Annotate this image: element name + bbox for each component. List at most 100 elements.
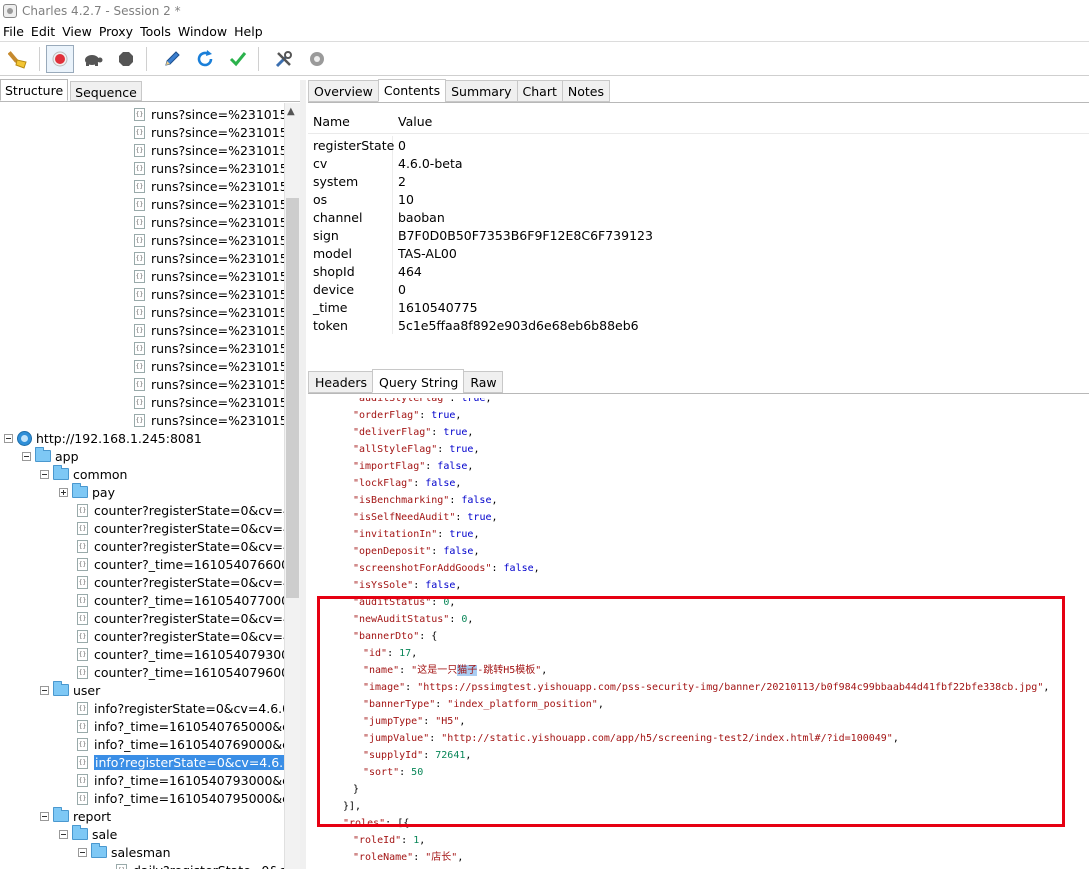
menu-file[interactable]: File — [0, 24, 28, 39]
scroll-up-icon[interactable]: ▲ — [287, 106, 295, 117]
panel-splitter[interactable] — [300, 80, 306, 869]
code-line: "roleName": "店长", — [353, 849, 463, 866]
tab-query-string[interactable]: Query String — [372, 369, 465, 393]
tree-item-counter[interactable]: {} counter?registerState=0&cv=4.6 — [0, 573, 284, 591]
validate-button[interactable] — [224, 45, 252, 73]
tools-button[interactable] — [270, 45, 298, 73]
tree-item-runs[interactable]: {} runs?since=%2310158 — [0, 141, 284, 159]
tree-item-common[interactable]: common — [0, 465, 284, 483]
menu-edit[interactable]: Edit — [28, 24, 59, 39]
tree-item-runs[interactable]: {} runs?since=%2310158 — [0, 195, 284, 213]
tree-item-counter[interactable]: {} counter?_time=16105407930008 — [0, 645, 284, 663]
table-row[interactable]: _time 1610540775 — [308, 298, 1089, 316]
table-row[interactable]: model TAS-AL00 — [308, 244, 1089, 262]
tree-item-runs[interactable]: {} runs?since=%2310158 — [0, 411, 284, 429]
param-name: cv — [313, 154, 393, 172]
column-value-header[interactable]: Value — [398, 114, 432, 129]
tab-overview[interactable]: Overview — [308, 80, 379, 102]
repeat-button[interactable] — [191, 45, 219, 73]
collapse-icon[interactable] — [40, 469, 49, 479]
tree-item-report[interactable]: report — [0, 807, 284, 825]
record-button[interactable] — [46, 45, 74, 73]
table-row[interactable]: channel baoban — [308, 208, 1089, 226]
tab-headers[interactable]: Headers — [308, 371, 374, 393]
tab-raw[interactable]: Raw — [463, 371, 503, 393]
tree-item-counter[interactable]: {} counter?registerState=0&cv=4.6 — [0, 537, 284, 555]
tab-sequence[interactable]: Sequence — [70, 81, 142, 101]
collapse-icon[interactable] — [40, 811, 49, 821]
json-file-icon: {} — [77, 773, 88, 787]
table-row[interactable]: sign B7F0D0B50F7353B6F9F12E8C6F739123 — [308, 226, 1089, 244]
table-row[interactable]: cv 4.6.0-beta — [308, 154, 1089, 172]
table-row[interactable]: os 10 — [308, 190, 1089, 208]
tree-item-host[interactable]: http://192.168.1.245:8081 — [0, 429, 284, 447]
tree-item-pay[interactable]: pay — [0, 483, 284, 501]
tree-item-runs[interactable]: {} runs?since=%2310158 — [0, 321, 284, 339]
tab-summary[interactable]: Summary — [445, 80, 518, 102]
table-row[interactable]: shopId 464 — [308, 262, 1089, 280]
tree-item-salesman[interactable]: salesman — [0, 843, 284, 861]
tree-item-counter[interactable]: {} counter?registerState=0&cv=4.6 — [0, 609, 284, 627]
tree-item-info[interactable]: {} info?_time=1610540795000&cv= — [0, 789, 284, 807]
expand-icon[interactable] — [59, 487, 68, 497]
tree-item-info[interactable]: {} info?_time=1610540793000&cv= — [0, 771, 284, 789]
json-separator: : — [413, 478, 426, 489]
collapse-icon[interactable] — [4, 433, 13, 443]
tab-structure[interactable]: Structure — [0, 79, 69, 101]
tree-item-runs[interactable]: {} runs?since=%2310158 — [0, 393, 284, 411]
tree-item-runs[interactable]: {} runs?since=%2310158 — [0, 231, 284, 249]
tree-item-sale[interactable]: sale — [0, 825, 284, 843]
tree-item-runs[interactable]: {} runs?since=%2310158 — [0, 177, 284, 195]
table-row[interactable]: system 2 — [308, 172, 1089, 190]
collapse-icon[interactable] — [59, 829, 68, 839]
throttle-button[interactable] — [79, 45, 107, 73]
tree-item-runs[interactable]: {} runs?since=%2310158 — [0, 357, 284, 375]
tree-item-user[interactable]: user — [0, 681, 284, 699]
tree-item-runs[interactable]: {} runs?since=%2310158 — [0, 375, 284, 393]
table-row[interactable]: registerState 0 — [308, 136, 1089, 154]
compose-button[interactable] — [158, 45, 186, 73]
table-row[interactable]: device 0 — [308, 280, 1089, 298]
tree-item-counter[interactable]: {} counter?registerState=0&cv=4.6 — [0, 501, 284, 519]
tree-scrollbar[interactable]: ▲ — [284, 103, 300, 869]
tree-item-runs[interactable]: {} runs?since=%2310158 — [0, 285, 284, 303]
tree-item-runs[interactable]: {} runs?since=%2310158 — [0, 267, 284, 285]
menu-window[interactable]: Window — [175, 24, 231, 39]
tree-item-counter[interactable]: {} counter?registerState=0&cv=4.6 — [0, 519, 284, 537]
menu-help[interactable]: Help — [231, 24, 267, 39]
tree-item-runs[interactable]: {} runs?since=%2310158 — [0, 303, 284, 321]
clear-session-button[interactable] — [5, 45, 33, 73]
scroll-thumb[interactable] — [286, 198, 299, 598]
table-row[interactable]: token 5c1e5ffaa8f892e903d6e68eb6b88eb6 — [308, 316, 1089, 334]
menu-view[interactable]: View — [59, 24, 96, 39]
tab-contents[interactable]: Contents — [377, 79, 447, 102]
tree-item-runs[interactable]: {} runs?since=%2310158 — [0, 339, 284, 357]
tree-item-app[interactable]: app — [0, 447, 284, 465]
tree-item-info[interactable]: {} info?_time=1610540765000&cv= — [0, 717, 284, 735]
tree-item-runs[interactable]: {} runs?since=%2310158 — [0, 159, 284, 177]
tree-item-runs[interactable]: {} runs?since=%2310158 — [0, 249, 284, 267]
column-name-header[interactable]: Name — [313, 114, 350, 129]
tree-item-daily[interactable]: {} daily?registerState=0&cv= — [0, 861, 284, 869]
tree-item-counter[interactable]: {} counter?registerState=0&cv=4.6 — [0, 627, 284, 645]
tree-item-runs[interactable]: {} runs?since=%2310158 — [0, 213, 284, 231]
collapse-icon[interactable] — [40, 685, 49, 695]
toolbar-separator — [39, 47, 40, 71]
tree-item-runs[interactable]: {} runs?since=%2310158 — [0, 123, 284, 141]
tree-item-runs[interactable]: {} runs?since=%2310158 — [0, 105, 284, 123]
settings-button[interactable] — [303, 45, 331, 73]
tree-item-info[interactable]: {} info?_time=1610540769000&cv= — [0, 735, 284, 753]
tree-item-counter[interactable]: {} counter?_time=16105407660008 — [0, 555, 284, 573]
tree-item-info[interactable]: {} info?registerState=0&cv=4.6.0-b — [0, 699, 284, 717]
json-punct: , — [473, 546, 480, 557]
tree-item-counter[interactable]: {} counter?_time=16105407700008 — [0, 591, 284, 609]
breakpoints-button[interactable] — [112, 45, 140, 73]
menu-proxy[interactable]: Proxy — [96, 24, 137, 39]
collapse-icon[interactable] — [78, 847, 87, 857]
menu-tools[interactable]: Tools — [137, 24, 175, 39]
collapse-icon[interactable] — [22, 451, 31, 461]
tree-item-counter[interactable]: {} counter?_time=16105407960008 — [0, 663, 284, 681]
tab-chart[interactable]: Chart — [516, 80, 563, 102]
tree-item-info[interactable]: {} info?registerState=0&cv=4.6.0-b — [0, 753, 284, 771]
tab-notes[interactable]: Notes — [561, 80, 610, 102]
